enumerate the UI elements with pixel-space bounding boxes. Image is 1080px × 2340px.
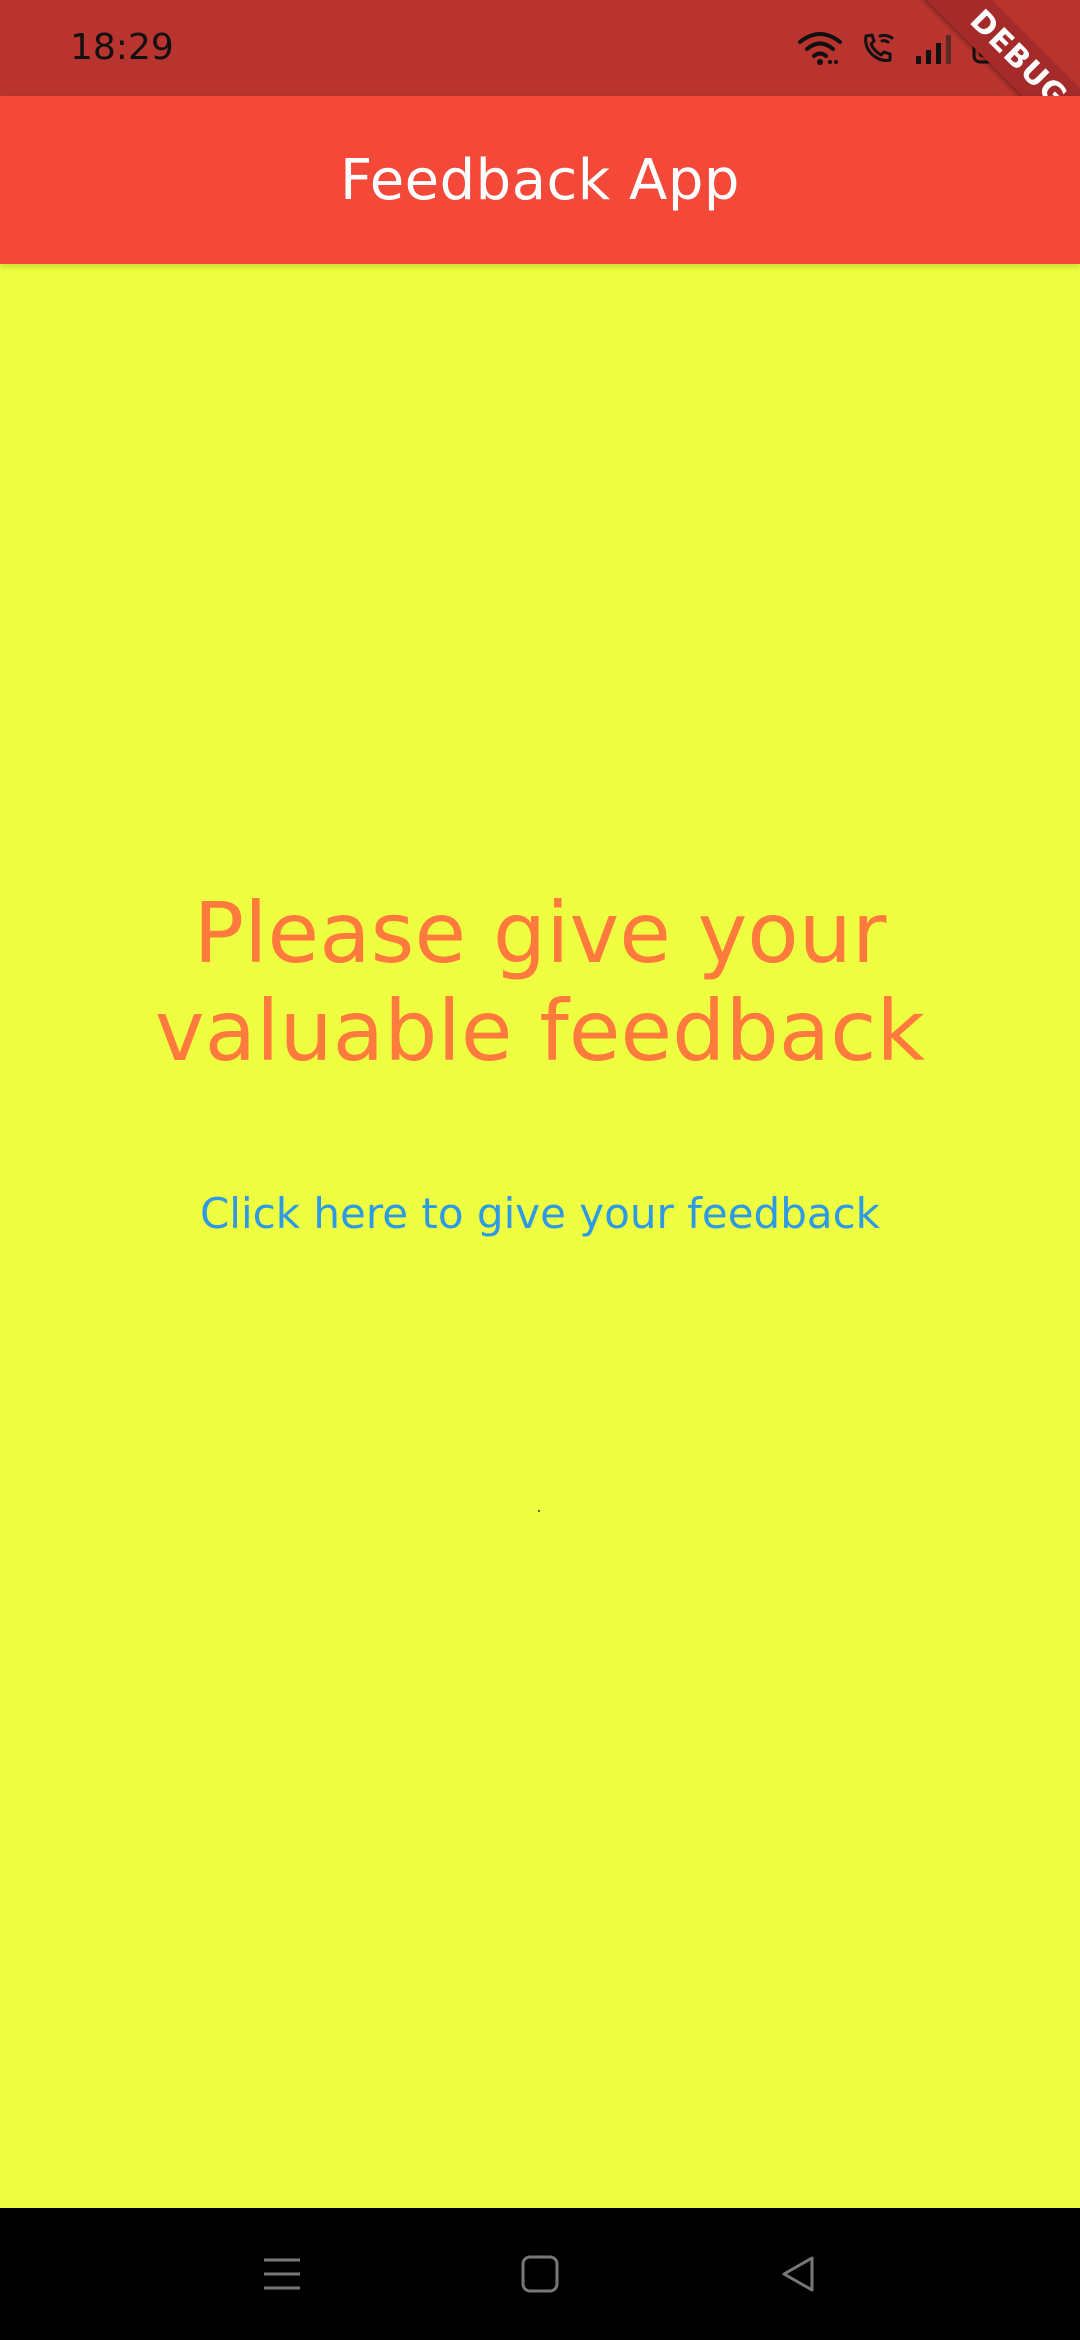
menu-icon: [264, 2258, 300, 2290]
signal-icon: [914, 30, 954, 66]
wifi-call-icon: [860, 30, 896, 66]
home-button[interactable]: [506, 2240, 574, 2308]
wifi-icon: [798, 30, 842, 66]
status-bar: 18:29: [0, 0, 1080, 96]
app-title: Feedback App: [340, 147, 740, 213]
recent-apps-button[interactable]: [248, 2240, 316, 2308]
back-button[interactable]: [764, 2240, 832, 2308]
back-icon: [782, 2256, 814, 2292]
navigation-bar: [0, 2208, 1080, 2340]
loading-dot: [538, 1510, 540, 1512]
status-icons: [798, 24, 1032, 72]
main-content: Please give your valuable feedback Click…: [0, 264, 1080, 2208]
home-icon: [521, 2255, 559, 2293]
app-bar: Feedback App: [0, 96, 1080, 264]
status-time: 18:29: [70, 27, 174, 68]
battery-icon: [972, 30, 1032, 66]
feedback-headline: Please give your valuable feedback: [154, 884, 926, 1080]
give-feedback-link[interactable]: Click here to give your feedback: [0, 1189, 1080, 1238]
